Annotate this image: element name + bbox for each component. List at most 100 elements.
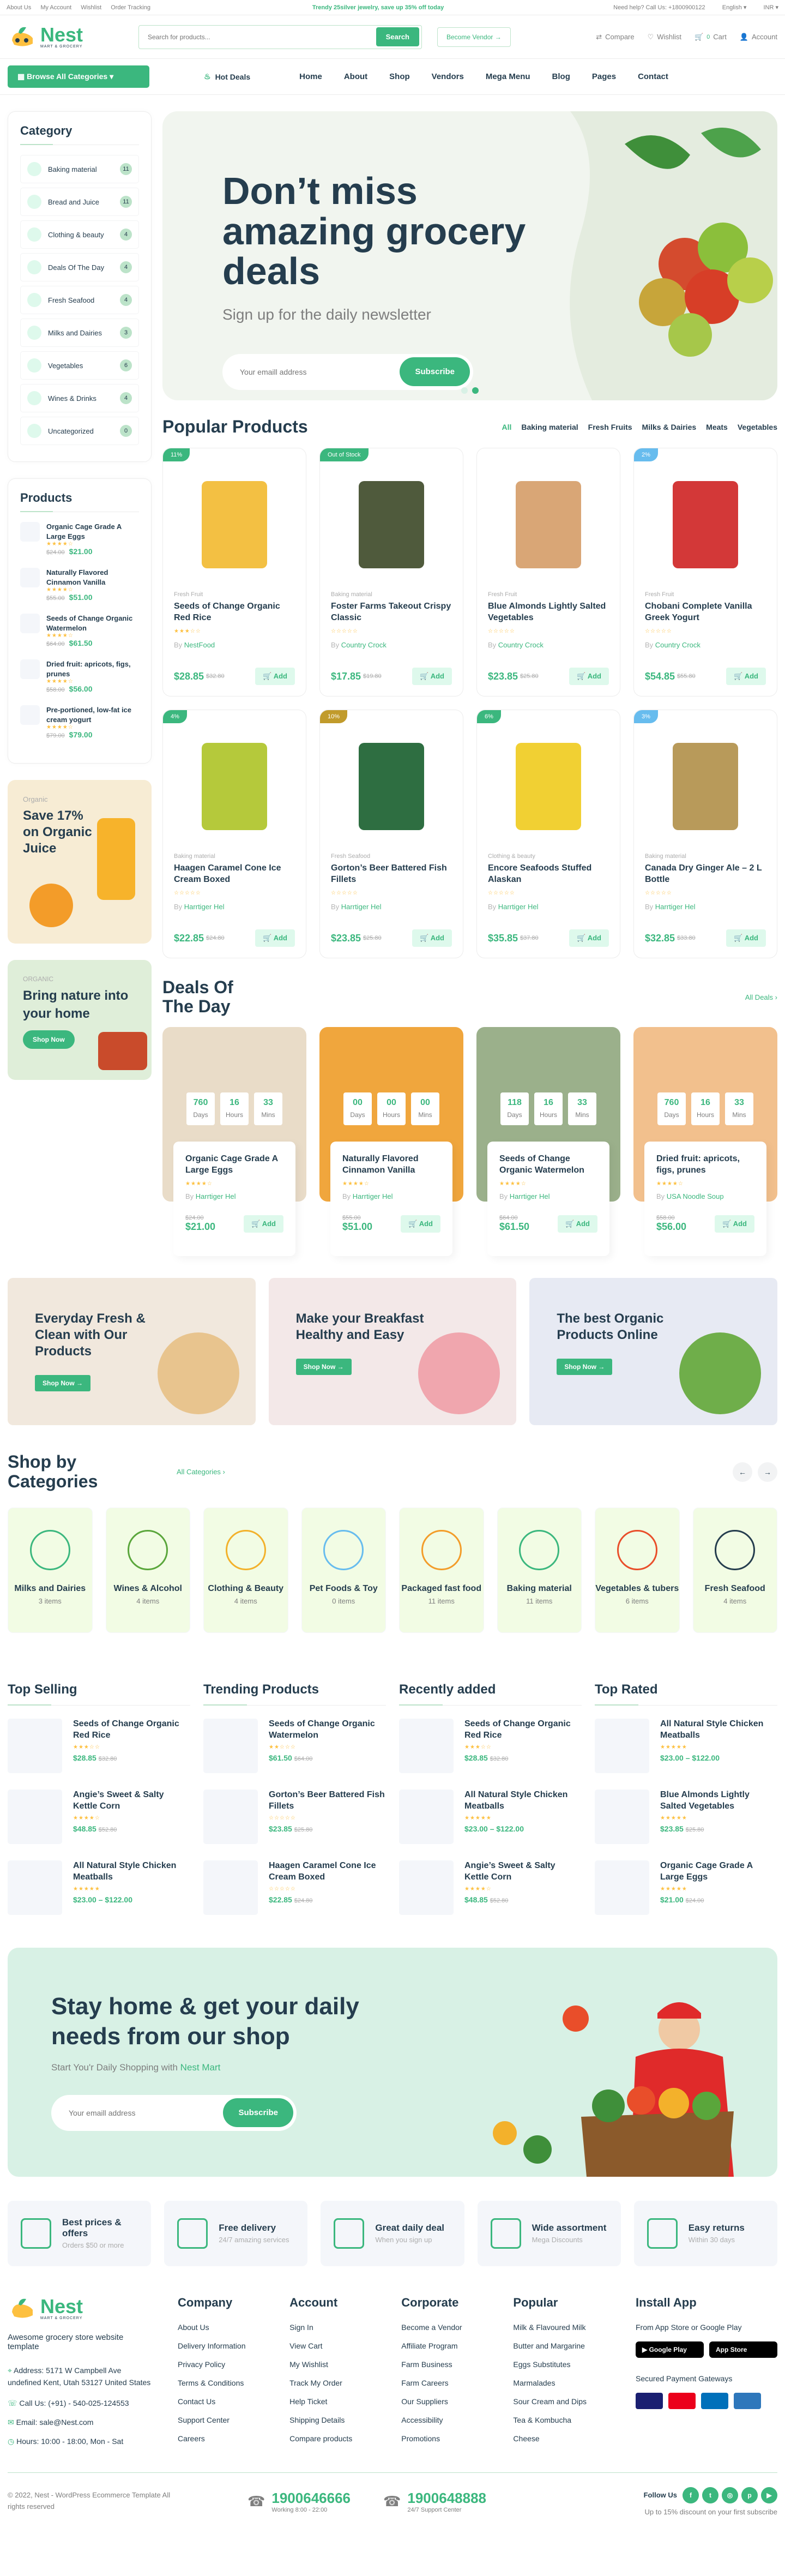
- footer-corporate-link[interactable]: Farm Business: [401, 2360, 491, 2369]
- menu-about[interactable]: About: [344, 72, 367, 81]
- product-card[interactable]: Fresh Fruit Blue Almonds Lightly Salted …: [476, 448, 620, 696]
- promo-shop-now-button[interactable]: Shop Now: [23, 1030, 75, 1049]
- list-item[interactable]: Seeds of Change Organic Red Rice ★★★☆☆ $28…: [8, 1718, 190, 1773]
- category-item[interactable]: Milks and Dairies 3: [20, 319, 139, 347]
- footer-account-link[interactable]: My Wishlist: [289, 2360, 379, 2369]
- become-vendor-button[interactable]: Become Vendor →: [437, 27, 511, 47]
- side-product[interactable]: Pre-portioned, low-fat ice cream yogurt ★…: [20, 705, 139, 739]
- add-to-cart-button[interactable]: 🛒 Add: [715, 1215, 754, 1233]
- product-card[interactable]: 2% Fresh Fruit Chobani Complete Vanilla …: [633, 448, 777, 696]
- currency-select[interactable]: INR ▾: [756, 4, 778, 11]
- footer-popular-link[interactable]: Eggs Substitutes: [513, 2360, 614, 2369]
- footer-popular-link[interactable]: Milk & Flavoured Milk: [513, 2323, 614, 2332]
- product-card[interactable]: 6% Clothing & beauty Encore Seafoods Stu…: [476, 710, 620, 958]
- hero-subscribe-button[interactable]: Subscribe: [400, 357, 470, 386]
- promo-nature[interactable]: ORGANIC Bring nature into your home Shop…: [8, 960, 152, 1080]
- category-card[interactable]: Packaged fast food 11 items: [399, 1507, 484, 1633]
- product-card[interactable]: 11% Fresh Fruit Seeds of Change Organic …: [162, 448, 306, 696]
- category-card[interactable]: Clothing & Beauty 4 items: [203, 1507, 288, 1633]
- list-item[interactable]: Organic Cage Grade A Large Eggs ★★★★★ $21.…: [595, 1860, 777, 1915]
- deal-card[interactable]: 760 Days 16 Hours 33 Mins Organic Cage Grad…: [162, 1027, 306, 1257]
- footer-popular-link[interactable]: Cheese: [513, 2434, 614, 2443]
- top-link-account[interactable]: My Account: [40, 4, 71, 11]
- vendor-name[interactable]: NestFood: [184, 641, 215, 649]
- side-product[interactable]: Dried fruit: apricots, figs, prunes ★★★★☆…: [20, 659, 139, 693]
- filter-tab[interactable]: Baking material: [521, 423, 578, 431]
- vendor-name[interactable]: Harrtiger Hel: [184, 903, 225, 911]
- footer-corporate-link[interactable]: Promotions: [401, 2434, 491, 2443]
- promo-banner[interactable]: Make your Breakfast Healthy and Easy Shop…: [268, 1278, 517, 1426]
- add-to-cart-button[interactable]: 🛒 Add: [244, 1215, 283, 1233]
- vendor-name[interactable]: Country Crock: [341, 641, 387, 649]
- vendor-name[interactable]: Harrtiger Hel: [655, 903, 696, 911]
- add-to-cart-button[interactable]: 🛒 Add: [412, 668, 452, 685]
- pinterest-icon[interactable]: p: [741, 2487, 758, 2503]
- footer-corporate-link[interactable]: Accessibility: [401, 2416, 491, 2424]
- product-name[interactable]: Canada Dry Ginger Ale – 2 L Bottle: [645, 863, 766, 886]
- vendor-name[interactable]: Harrtiger Hel: [353, 1192, 393, 1200]
- category-item[interactable]: Wines & Drinks 4: [20, 384, 139, 412]
- deal-name[interactable]: Naturally Flavored Cinnamon Vanilla: [342, 1154, 440, 1176]
- product-name[interactable]: Haagen Caramel Cone Ice Cream Boxed: [174, 863, 295, 886]
- add-to-cart-button[interactable]: 🛒 Add: [569, 668, 609, 685]
- footer-popular-link[interactable]: Sour Cream and Dips: [513, 2397, 614, 2406]
- menu-home[interactable]: Home: [299, 72, 322, 81]
- list-item[interactable]: Gorton’s Beer Battered Fish Fillets ☆☆☆☆☆…: [203, 1789, 386, 1844]
- prev-arrow-icon[interactable]: ←: [733, 1462, 752, 1482]
- filter-tab[interactable]: Vegetables: [738, 423, 777, 431]
- category-item[interactable]: Vegetables 6: [20, 351, 139, 380]
- promo-banner[interactable]: The best Organic Products Online Shop Now…: [529, 1278, 777, 1426]
- language-select[interactable]: English ▾: [715, 4, 747, 11]
- vendor-name[interactable]: Country Crock: [655, 641, 701, 649]
- menu-vendors[interactable]: Vendors: [432, 72, 464, 81]
- add-to-cart-button[interactable]: 🛒 Add: [401, 1215, 440, 1233]
- add-to-cart-button[interactable]: 🛒 Add: [412, 929, 452, 947]
- footer-account-link[interactable]: Help Ticket: [289, 2397, 379, 2406]
- app-store-badge[interactable]: App Store: [709, 2341, 777, 2358]
- footer-popular-link[interactable]: Marmalades: [513, 2379, 614, 2387]
- footer-account-link[interactable]: Compare products: [289, 2434, 379, 2443]
- footer-account-link[interactable]: Sign In: [289, 2323, 379, 2332]
- filter-tab[interactable]: Fresh Fruits: [588, 423, 632, 431]
- list-item[interactable]: Angie’s Sweet & Salty Kettle Corn ★★★★☆ $4…: [8, 1789, 190, 1844]
- vendor-name[interactable]: Harrtiger Hel: [196, 1192, 236, 1200]
- category-item[interactable]: Uncategorized 0: [20, 417, 139, 445]
- category-card[interactable]: Fresh Seafood 4 items: [692, 1507, 777, 1633]
- next-arrow-icon[interactable]: →: [758, 1462, 777, 1482]
- google-play-badge[interactable]: ▶ Google Play: [636, 2341, 704, 2358]
- youtube-icon[interactable]: ▶: [761, 2487, 777, 2503]
- logo[interactable]: Nest MART & GROCERY: [8, 24, 138, 50]
- product-name[interactable]: Encore Seafoods Stuffed Alaskan: [488, 863, 609, 886]
- product-name[interactable]: Gorton’s Beer Battered Fish Fillets: [331, 863, 452, 886]
- all-categories-link[interactable]: All Categories ›: [177, 1468, 225, 1476]
- list-item[interactable]: Seeds of Change Organic Red Rice ★★★☆☆ $28…: [399, 1718, 582, 1773]
- filter-tab[interactable]: All: [502, 423, 511, 431]
- deal-name[interactable]: Dried fruit: apricots, figs, prunes: [656, 1154, 754, 1176]
- category-item[interactable]: Baking material 11: [20, 155, 139, 183]
- footer-company-link[interactable]: Privacy Policy: [178, 2360, 268, 2369]
- product-name[interactable]: Chobani Complete Vanilla Greek Yogurt: [645, 601, 766, 624]
- footer-corporate-link[interactable]: Become a Vendor: [401, 2323, 491, 2332]
- footer-company-link[interactable]: Delivery Information: [178, 2341, 268, 2350]
- menu-pages[interactable]: Pages: [592, 72, 616, 81]
- list-item[interactable]: All Natural Style Chicken Meatballs ★★★★★…: [399, 1789, 582, 1844]
- phone-2[interactable]: ☎ 1900648888 24/7 Support Center: [383, 2490, 486, 2513]
- top-link-about[interactable]: About Us: [7, 4, 31, 11]
- vendor-name[interactable]: Harrtiger Hel: [341, 903, 382, 911]
- facebook-icon[interactable]: f: [683, 2487, 699, 2503]
- footer-corporate-link[interactable]: Affiliate Program: [401, 2341, 491, 2350]
- product-card[interactable]: 3% Baking material Canada Dry Ginger Ale…: [633, 710, 777, 958]
- deal-card[interactable]: 118 Days 16 Hours 33 Mins Seeds of Change O…: [476, 1027, 620, 1257]
- footer-company-link[interactable]: Contact Us: [178, 2397, 268, 2406]
- product-name[interactable]: Blue Almonds Lightly Salted Vegetables: [488, 601, 609, 624]
- twitter-icon[interactable]: t: [702, 2487, 718, 2503]
- category-item[interactable]: Fresh Seafood 4: [20, 286, 139, 314]
- product-card[interactable]: 10% Fresh Seafood Gorton’s Beer Battered…: [319, 710, 463, 958]
- footer-company-link[interactable]: Careers: [178, 2434, 268, 2443]
- menu-blog[interactable]: Blog: [552, 72, 570, 81]
- category-item[interactable]: Clothing & beauty 4: [20, 220, 139, 249]
- category-card[interactable]: Vegetables & tubers 6 items: [595, 1507, 680, 1633]
- wishlist-button[interactable]: ♡ Wishlist: [648, 33, 681, 41]
- menu-shop[interactable]: Shop: [389, 72, 410, 81]
- search-input[interactable]: [141, 33, 376, 41]
